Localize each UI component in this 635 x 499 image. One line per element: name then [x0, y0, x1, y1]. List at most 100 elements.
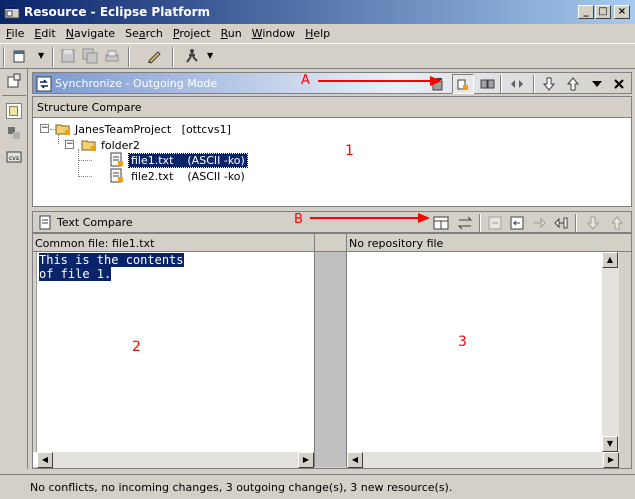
- annotation-b: B: [294, 212, 303, 227]
- title-bar: Resource - Eclipse Platform _ □ ×: [0, 0, 635, 24]
- copy-right-to-left-icon[interactable]: [553, 215, 569, 231]
- toolbar-grip: [3, 47, 5, 67]
- toolbar-separator: [172, 47, 174, 67]
- scroll-left-arrow-icon[interactable]: ◀: [347, 452, 363, 468]
- text-line-2: of file 1.: [39, 267, 112, 281]
- right-overview-ruler: [619, 252, 631, 452]
- menu-run[interactable]: Run: [221, 27, 242, 40]
- right-pane-title: No repository file: [349, 237, 444, 250]
- minimize-button[interactable]: _: [578, 5, 594, 19]
- run-dropdown-icon[interactable]: ▼: [207, 51, 213, 60]
- save-icon[interactable]: [60, 48, 76, 64]
- text-compare-label: Text Compare: [57, 216, 133, 229]
- tree-item-folder[interactable]: folder2: [81, 137, 140, 153]
- shortcut-bar: cvs: [0, 69, 28, 469]
- left-pane-header: Common file: file1.txt: [33, 234, 314, 252]
- synchronize-view-icon: [36, 76, 52, 92]
- right-pane-header: No repository file: [347, 234, 631, 252]
- structure-compare-label: Structure Compare: [37, 101, 142, 114]
- left-pane-title: Common file: file1.txt: [35, 237, 155, 250]
- new-dropdown-icon[interactable]: ▼: [38, 51, 44, 60]
- previous-change-icon[interactable]: [565, 76, 581, 92]
- annotation-arrow-b: [310, 213, 430, 223]
- team-sync-perspective-icon[interactable]: [6, 125, 22, 141]
- view-menu-icon[interactable]: [589, 76, 605, 92]
- scroll-down-arrow-icon[interactable]: ▼: [602, 436, 618, 452]
- print-icon[interactable]: [104, 48, 120, 64]
- scrollbar-corner: [619, 452, 631, 468]
- run-icon[interactable]: [184, 48, 200, 64]
- scroll-right-arrow-icon[interactable]: ▶: [298, 452, 314, 468]
- tree-item-project[interactable]: JanesTeamProject [ottcvs1]: [55, 121, 231, 137]
- menu-edit[interactable]: Edit: [34, 27, 55, 40]
- folder-name: folder2: [101, 138, 140, 152]
- copy-all-left-to-right-icon[interactable]: [487, 215, 503, 231]
- window-title: Resource - Eclipse Platform: [24, 5, 211, 19]
- svg-text:cvs: cvs: [9, 155, 19, 162]
- center-change-connector: [314, 252, 347, 467]
- next-change-icon[interactable]: [541, 76, 557, 92]
- close-window-button[interactable]: ×: [614, 5, 630, 19]
- structure-compare-tree: − JanesTeamProject [ottcvs1] − folder2 f…: [32, 117, 632, 207]
- status-message: No conflicts, no incoming changes, 3 out…: [30, 480, 453, 494]
- right-horizontal-scrollbar[interactable]: ◀ ▶: [347, 452, 619, 468]
- close-view-icon[interactable]: [611, 76, 627, 92]
- copy-all-right-to-left-icon[interactable]: [509, 215, 525, 231]
- incoming-outgoing-mode-icon[interactable]: [479, 76, 495, 92]
- right-vertical-scrollbar[interactable]: ▲ ▼: [602, 252, 619, 452]
- copy-left-to-right-icon[interactable]: [531, 215, 547, 231]
- annotation-3: 3: [458, 334, 467, 350]
- maximize-button[interactable]: □: [595, 5, 611, 19]
- annotation-a: A: [301, 73, 310, 88]
- pencil-icon[interactable]: [146, 48, 162, 64]
- new-wizard-icon[interactable]: [12, 48, 28, 64]
- collapse-folder-toggle[interactable]: −: [65, 140, 74, 149]
- left-text-pane[interactable]: [33, 252, 314, 467]
- expand-collapse-icon[interactable]: [509, 76, 525, 92]
- cvs-perspective-icon[interactable]: cvs: [6, 149, 22, 165]
- show-ancestor-pane-icon[interactable]: [433, 215, 449, 231]
- annotation-arrow-a: [318, 76, 442, 86]
- main-toolbar: ▼ ▼: [0, 43, 635, 69]
- eclipse-window-icon: [4, 5, 20, 19]
- right-text-pane[interactable]: [347, 252, 631, 467]
- tree-item-file2[interactable]: file2.txt (ASCII -ko): [109, 168, 247, 184]
- synchronize-view-title: Synchronize - Outgoing Mode: [55, 77, 218, 90]
- file1-label: file1.txt (ASCII -ko): [128, 152, 248, 168]
- text-line-1: This is the contents: [39, 253, 184, 267]
- next-difference-icon[interactable]: [585, 215, 601, 231]
- status-bar: No conflicts, no incoming changes, 3 out…: [0, 474, 635, 499]
- scroll-left-arrow-icon[interactable]: ◀: [37, 452, 53, 468]
- save-all-icon[interactable]: [82, 48, 98, 64]
- outgoing-mode-button[interactable]: [452, 74, 474, 94]
- menu-window[interactable]: Window: [252, 27, 295, 40]
- previous-difference-icon[interactable]: [609, 215, 625, 231]
- left-horizontal-scrollbar[interactable]: ◀ ▶: [37, 452, 314, 468]
- collapse-project-toggle[interactable]: −: [40, 124, 49, 133]
- scroll-up-arrow-icon[interactable]: ▲: [602, 252, 618, 268]
- outgoing-mode-icon: [457, 79, 468, 90]
- folder-icon: [81, 140, 96, 151]
- annotation-1: 1: [345, 143, 354, 159]
- file-icon: [110, 168, 123, 183]
- tree-item-file1[interactable]: file1.txt (ASCII -ko): [109, 152, 248, 168]
- structure-compare-header: Structure Compare: [32, 96, 632, 118]
- resource-perspective-icon[interactable]: [6, 103, 22, 119]
- left-overview-ruler: [33, 252, 37, 452]
- toolbar-separator: [128, 47, 130, 67]
- menu-bar: File Edit Navigate Search Project Run Wi…: [0, 24, 635, 42]
- scroll-right-arrow-icon[interactable]: ▶: [603, 452, 619, 468]
- file-icon: [110, 152, 123, 167]
- menu-help[interactable]: Help: [305, 27, 330, 40]
- menu-navigate[interactable]: Navigate: [66, 27, 115, 40]
- menu-search[interactable]: Search: [125, 27, 163, 40]
- open-perspective-icon[interactable]: [6, 73, 22, 89]
- menu-project[interactable]: Project: [173, 27, 211, 40]
- project-folder-icon: [55, 124, 70, 135]
- project-name: JanesTeamProject [ottcvs1]: [75, 122, 231, 136]
- menu-file[interactable]: File: [6, 27, 24, 40]
- ignore-whitespace-icon[interactable]: [457, 215, 473, 231]
- annotation-2: 2: [132, 339, 141, 355]
- left-text-content[interactable]: This is the contents of file 1.: [39, 253, 184, 281]
- file2-label: file2.txt (ASCII -ko): [131, 169, 245, 183]
